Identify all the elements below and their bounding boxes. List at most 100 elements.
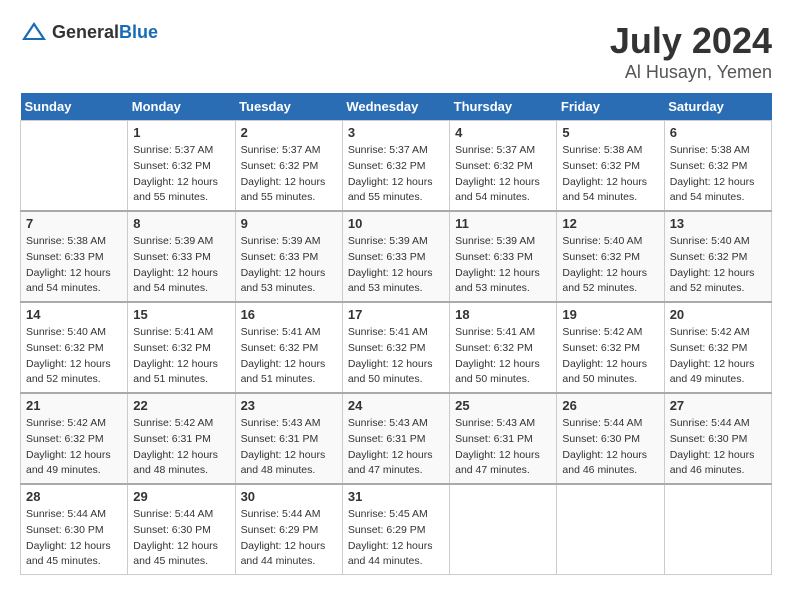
day-number: 21: [26, 398, 122, 413]
day-info: Sunrise: 5:38 AM Sunset: 6:32 PM Dayligh…: [562, 143, 658, 206]
calendar-cell: 21Sunrise: 5:42 AM Sunset: 6:32 PM Dayli…: [21, 393, 128, 484]
day-number: 5: [562, 125, 658, 140]
calendar-cell: 4Sunrise: 5:37 AM Sunset: 6:32 PM Daylig…: [450, 121, 557, 212]
page-header: GeneralBlue July 2024 Al Husayn, Yemen: [20, 20, 772, 83]
calendar-cell: 13 Sunrise: 5:40 AM Sunset: 6:32 PM Dayli…: [664, 211, 771, 302]
calendar-cell: 25 Sunrise: 5:43 AM Sunset: 6:31 PM Dayli…: [450, 393, 557, 484]
calendar-cell: 8 Sunrise: 5:39 AM Sunset: 6:33 PM Daylig…: [128, 211, 235, 302]
day-number: 6: [670, 125, 766, 140]
day-info: Sunrise: 5:44 AM Sunset: 6:30 PM Dayligh…: [670, 416, 766, 479]
day-info: Sunrise: 5:39 AM Sunset: 6:33 PM Dayligh…: [455, 234, 551, 297]
day-number: 25: [455, 398, 551, 413]
header-friday: Friday: [557, 93, 664, 121]
calendar-cell: [450, 484, 557, 575]
day-number: 14: [26, 307, 122, 322]
day-number: 30: [241, 489, 337, 504]
day-number: 20: [670, 307, 766, 322]
calendar-cell: 26Sunrise: 5:44 AM Sunset: 6:30 PM Dayli…: [557, 393, 664, 484]
day-number: 27: [670, 398, 766, 413]
header-thursday: Thursday: [450, 93, 557, 121]
logo-general-text: General: [52, 22, 119, 42]
day-info: Sunrise: 5:44 AM Sunset: 6:30 PM Dayligh…: [562, 416, 658, 479]
day-info: Sunrise: 5:38 AM Sunset: 6:33 PM Dayligh…: [26, 234, 122, 297]
calendar-cell: 3 Sunrise: 5:37 AM Sunset: 6:32 PM Daylig…: [342, 121, 449, 212]
calendar-cell: 5 Sunrise: 5:38 AM Sunset: 6:32 PM Daylig…: [557, 121, 664, 212]
title-section: July 2024 Al Husayn, Yemen: [610, 20, 772, 83]
day-number: 8: [133, 216, 229, 231]
logo: GeneralBlue: [20, 20, 158, 44]
day-number: 3: [348, 125, 444, 140]
day-info: Sunrise: 5:44 AM Sunset: 6:30 PM Dayligh…: [133, 507, 229, 570]
main-title: July 2024: [610, 20, 772, 62]
calendar-cell: 28 Sunrise: 5:44 AM Sunset: 6:30 PM Dayli…: [21, 484, 128, 575]
calendar-cell: [21, 121, 128, 212]
day-number: 1: [133, 125, 229, 140]
calendar-cell: 9Sunrise: 5:39 AM Sunset: 6:33 PM Daylig…: [235, 211, 342, 302]
day-info: Sunrise: 5:39 AM Sunset: 6:33 PM Dayligh…: [348, 234, 444, 297]
day-number: 7: [26, 216, 122, 231]
calendar-cell: 11 Sunrise: 5:39 AM Sunset: 6:33 PM Dayli…: [450, 211, 557, 302]
calendar-cell: 2Sunrise: 5:37 AM Sunset: 6:32 PM Daylig…: [235, 121, 342, 212]
day-info: Sunrise: 5:42 AM Sunset: 6:31 PM Dayligh…: [133, 416, 229, 479]
calendar-week-row: 21Sunrise: 5:42 AM Sunset: 6:32 PM Dayli…: [21, 393, 772, 484]
day-number: 10: [348, 216, 444, 231]
day-info: Sunrise: 5:44 AM Sunset: 6:30 PM Dayligh…: [26, 507, 122, 570]
day-info: Sunrise: 5:40 AM Sunset: 6:32 PM Dayligh…: [26, 325, 122, 388]
calendar-cell: 23 Sunrise: 5:43 AM Sunset: 6:31 PM Dayli…: [235, 393, 342, 484]
calendar-cell: 12 Sunrise: 5:40 AM Sunset: 6:32 PM Dayli…: [557, 211, 664, 302]
calendar-cell: 30 Sunrise: 5:44 AM Sunset: 6:29 PM Dayli…: [235, 484, 342, 575]
day-info: Sunrise: 5:44 AM Sunset: 6:29 PM Dayligh…: [241, 507, 337, 570]
day-info: Sunrise: 5:39 AM Sunset: 6:33 PM Dayligh…: [133, 234, 229, 297]
calendar-cell: [557, 484, 664, 575]
day-info: Sunrise: 5:43 AM Sunset: 6:31 PM Dayligh…: [241, 416, 337, 479]
day-info: Sunrise: 5:39 AM Sunset: 6:33 PM Dayligh…: [241, 234, 337, 297]
calendar-cell: 1 Sunrise: 5:37 AM Sunset: 6:32 PM Daylig…: [128, 121, 235, 212]
calendar-week-row: 7 Sunrise: 5:38 AM Sunset: 6:33 PM Daylig…: [21, 211, 772, 302]
calendar-week-row: 28 Sunrise: 5:44 AM Sunset: 6:30 PM Dayli…: [21, 484, 772, 575]
day-number: 4: [455, 125, 551, 140]
day-info: Sunrise: 5:42 AM Sunset: 6:32 PM Dayligh…: [562, 325, 658, 388]
day-number: 29: [133, 489, 229, 504]
calendar-week-row: 14 Sunrise: 5:40 AM Sunset: 6:32 PM Dayli…: [21, 302, 772, 393]
day-number: 11: [455, 216, 551, 231]
calendar-cell: 17 Sunrise: 5:41 AM Sunset: 6:32 PM Dayli…: [342, 302, 449, 393]
day-info: Sunrise: 5:37 AM Sunset: 6:32 PM Dayligh…: [133, 143, 229, 206]
day-info: Sunrise: 5:41 AM Sunset: 6:32 PM Dayligh…: [241, 325, 337, 388]
calendar-header-row: SundayMondayTuesdayWednesdayThursdayFrid…: [21, 93, 772, 121]
subtitle: Al Husayn, Yemen: [610, 62, 772, 83]
calendar-cell: 20Sunrise: 5:42 AM Sunset: 6:32 PM Dayli…: [664, 302, 771, 393]
day-number: 12: [562, 216, 658, 231]
day-number: 2: [241, 125, 337, 140]
day-number: 23: [241, 398, 337, 413]
calendar-week-row: 1 Sunrise: 5:37 AM Sunset: 6:32 PM Daylig…: [21, 121, 772, 212]
calendar-cell: 16Sunrise: 5:41 AM Sunset: 6:32 PM Dayli…: [235, 302, 342, 393]
day-number: 22: [133, 398, 229, 413]
calendar-cell: 7 Sunrise: 5:38 AM Sunset: 6:33 PM Daylig…: [21, 211, 128, 302]
header-tuesday: Tuesday: [235, 93, 342, 121]
day-number: 28: [26, 489, 122, 504]
day-info: Sunrise: 5:43 AM Sunset: 6:31 PM Dayligh…: [455, 416, 551, 479]
day-info: Sunrise: 5:45 AM Sunset: 6:29 PM Dayligh…: [348, 507, 444, 570]
calendar-cell: 19 Sunrise: 5:42 AM Sunset: 6:32 PM Dayli…: [557, 302, 664, 393]
calendar-cell: 24Sunrise: 5:43 AM Sunset: 6:31 PM Dayli…: [342, 393, 449, 484]
calendar-cell: [664, 484, 771, 575]
calendar-cell: 18Sunrise: 5:41 AM Sunset: 6:32 PM Dayli…: [450, 302, 557, 393]
header-monday: Monday: [128, 93, 235, 121]
header-sunday: Sunday: [21, 93, 128, 121]
day-number: 31: [348, 489, 444, 504]
day-info: Sunrise: 5:40 AM Sunset: 6:32 PM Dayligh…: [562, 234, 658, 297]
header-wednesday: Wednesday: [342, 93, 449, 121]
day-number: 17: [348, 307, 444, 322]
calendar-cell: 6Sunrise: 5:38 AM Sunset: 6:32 PM Daylig…: [664, 121, 771, 212]
header-saturday: Saturday: [664, 93, 771, 121]
day-number: 13: [670, 216, 766, 231]
calendar-cell: 29 Sunrise: 5:44 AM Sunset: 6:30 PM Dayli…: [128, 484, 235, 575]
day-info: Sunrise: 5:41 AM Sunset: 6:32 PM Dayligh…: [348, 325, 444, 388]
day-info: Sunrise: 5:37 AM Sunset: 6:32 PM Dayligh…: [348, 143, 444, 206]
day-info: Sunrise: 5:41 AM Sunset: 6:32 PM Dayligh…: [455, 325, 551, 388]
calendar-table: SundayMondayTuesdayWednesdayThursdayFrid…: [20, 93, 772, 575]
day-number: 19: [562, 307, 658, 322]
day-info: Sunrise: 5:43 AM Sunset: 6:31 PM Dayligh…: [348, 416, 444, 479]
day-number: 15: [133, 307, 229, 322]
day-info: Sunrise: 5:40 AM Sunset: 6:32 PM Dayligh…: [670, 234, 766, 297]
